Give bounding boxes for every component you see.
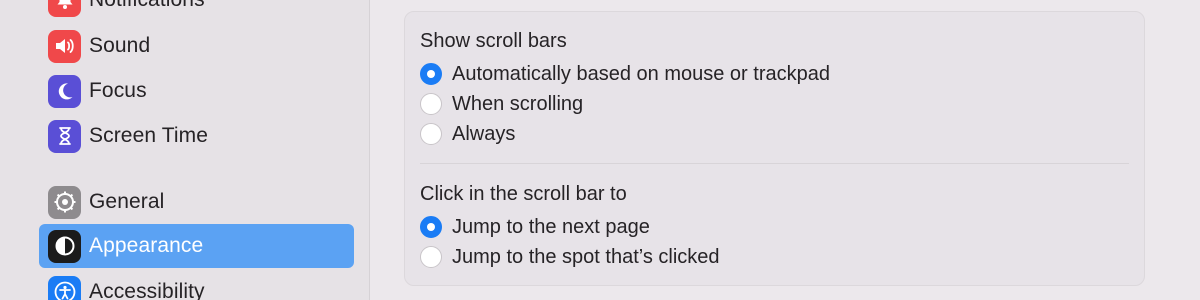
sidebar-item-general[interactable]: General [39,180,354,224]
divider [420,163,1129,164]
bell-icon [48,0,81,17]
radio-label: Automatically based on mouse or trackpad [452,62,830,85]
accessibility-icon [48,275,81,300]
sidebar-item-label: Notifications [89,0,205,12]
scroll-bar-settings-card: Show scroll bars Automatically based on … [404,11,1145,286]
radio-option-always[interactable]: Always [420,121,515,147]
sidebar: Notifications Sound Focus Screen Time Ge… [0,0,370,300]
radio-button[interactable] [420,246,442,268]
sidebar-item-appearance[interactable]: Appearance [39,224,354,268]
sidebar-item-label: Sound [89,34,151,57]
radio-button[interactable] [420,93,442,115]
sidebar-item-focus[interactable]: Focus [39,69,354,113]
sidebar-item-sound[interactable]: Sound [39,24,354,68]
sidebar-item-label: General [89,190,165,213]
radio-label: Jump to the spot that’s clicked [452,245,720,268]
sidebar-item-notifications[interactable]: Notifications [39,0,354,22]
moon-icon [48,74,81,108]
click-scroll-bar-title: Click in the scroll bar to [420,183,627,205]
sidebar-item-label: Appearance [89,234,204,257]
radio-button-selected[interactable] [420,216,442,238]
appearance-icon [48,229,81,263]
radio-option-automatically[interactable]: Automatically based on mouse or trackpad [420,61,830,87]
sidebar-item-label: Focus [89,79,147,102]
radio-button-selected[interactable] [420,63,442,85]
sidebar-item-label: Screen Time [89,124,208,147]
main-panel: Show scroll bars Automatically based on … [371,0,1200,300]
radio-option-jump-next-page[interactable]: Jump to the next page [420,214,650,240]
sidebar-item-accessibility[interactable]: Accessibility [39,270,354,300]
sidebar-item-label: Accessibility [89,280,205,300]
sidebar-item-screen-time[interactable]: Screen Time [39,114,354,158]
radio-label: Always [452,122,516,145]
gear-icon [48,185,81,219]
hourglass-icon [48,119,81,153]
speaker-icon [48,29,81,63]
show-scroll-bars-title: Show scroll bars [420,30,567,52]
radio-option-when-scrolling[interactable]: When scrolling [420,91,583,117]
radio-button[interactable] [420,123,442,145]
radio-option-jump-spot-clicked[interactable]: Jump to the spot that’s clicked [420,244,720,270]
radio-label: When scrolling [452,92,584,115]
radio-label: Jump to the next page [452,215,650,238]
